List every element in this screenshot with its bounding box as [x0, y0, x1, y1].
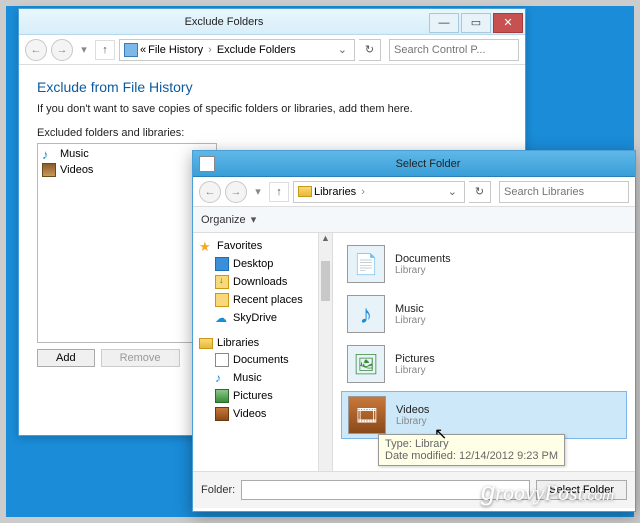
tooltip: Type: Library Date modified: 12/14/2012 … [378, 434, 565, 466]
skydrive-icon [215, 311, 229, 325]
star-icon: ★ [199, 239, 213, 253]
close-button[interactable]: ✕ [493, 13, 523, 33]
page-heading: Exclude from File History [37, 79, 507, 95]
minimize-button[interactable]: — [429, 13, 459, 33]
library-item-videos[interactable]: VideosLibrary [341, 391, 627, 439]
breadcrumb-part[interactable]: File History [148, 44, 203, 56]
desktop-icon [215, 257, 229, 271]
library-item-pictures[interactable]: PicturesLibrary [341, 341, 627, 387]
search-input[interactable] [389, 39, 519, 61]
page-description: If you don't want to save copies of spec… [37, 103, 507, 115]
navigation-tree: ★Favorites Desktop Downloads Recent plac… [193, 233, 333, 471]
list-item-label: Music [60, 148, 89, 160]
address-dropdown[interactable]: ⌄ [445, 185, 460, 198]
list-label: Excluded folders and libraries: [37, 127, 507, 139]
downloads-icon [215, 275, 229, 289]
tree-skydrive[interactable]: SkyDrive [193, 309, 332, 327]
address-dropdown[interactable]: ⌄ [335, 43, 350, 56]
libraries-icon [199, 338, 213, 349]
location-icon [124, 43, 138, 57]
window-title: Exclude Folders [19, 16, 429, 28]
tree-pictures[interactable]: Pictures [193, 387, 332, 405]
organize-menu[interactable]: Organize ▾ [201, 213, 256, 226]
tree-scrollbar[interactable]: ▲ [318, 233, 332, 471]
breadcrumb-sep: › [358, 186, 368, 198]
breadcrumb-sep: › [205, 44, 215, 56]
maximize-button[interactable]: ▭ [461, 13, 491, 33]
library-item-documents[interactable]: DocumentsLibrary [341, 241, 627, 287]
forward-button[interactable]: → [51, 39, 73, 61]
music-icon [42, 147, 56, 161]
dialog-icon [199, 156, 215, 172]
list-item[interactable]: Music [40, 146, 214, 162]
tree-recent[interactable]: Recent places [193, 291, 332, 309]
pictures-icon [347, 345, 385, 383]
back-button[interactable]: ← [199, 181, 221, 203]
list-item[interactable]: Videos [40, 162, 214, 178]
address-bar[interactable]: « File History › Exclude Folders ⌄ [119, 39, 355, 61]
documents-icon [215, 353, 229, 367]
documents-icon [347, 245, 385, 283]
breadcrumb-sep: « [140, 44, 146, 56]
library-item-music[interactable]: MusicLibrary [341, 291, 627, 337]
address-bar[interactable]: Libraries › ⌄ [293, 181, 465, 203]
tree-documents[interactable]: Documents [193, 351, 332, 369]
toolbar: ← → ▾ ↑ « File History › Exclude Folders… [19, 35, 525, 65]
search-input[interactable] [499, 181, 629, 203]
tree-music[interactable]: Music [193, 369, 332, 387]
dialog-titlebar: Select Folder [193, 151, 635, 177]
tree-downloads[interactable]: Downloads [193, 273, 332, 291]
organize-bar: Organize ▾ [193, 207, 635, 233]
back-button[interactable]: ← [25, 39, 47, 61]
add-button[interactable]: Add [37, 349, 95, 367]
tree-videos[interactable]: Videos [193, 405, 332, 423]
tree-favorites[interactable]: ★Favorites [193, 237, 332, 255]
remove-button: Remove [101, 349, 180, 367]
up-button[interactable]: ↑ [269, 182, 289, 202]
videos-icon [348, 396, 386, 434]
dialog-toolbar: ← → ▾ ↑ Libraries › ⌄ ↻ [193, 177, 635, 207]
watermark: ggroovyPostroovyPost.com [481, 476, 614, 507]
history-dropdown[interactable]: ▾ [251, 181, 265, 203]
folder-label: Folder: [201, 484, 235, 496]
pictures-icon [215, 389, 229, 403]
music-icon [347, 295, 385, 333]
excluded-list[interactable]: Music Videos [37, 143, 217, 343]
history-dropdown[interactable]: ▾ [77, 39, 91, 61]
music-icon [215, 371, 229, 385]
videos-icon [215, 407, 229, 421]
refresh-button[interactable]: ↻ [359, 39, 381, 61]
libraries-icon [298, 186, 312, 197]
tree-desktop[interactable]: Desktop [193, 255, 332, 273]
window-titlebar: Exclude Folders — ▭ ✕ [19, 9, 525, 35]
breadcrumb-part[interactable]: Libraries [314, 186, 356, 198]
dialog-title: Select Folder [221, 158, 635, 170]
up-button[interactable]: ↑ [95, 40, 115, 60]
breadcrumb-part[interactable]: Exclude Folders [217, 44, 296, 56]
refresh-button[interactable]: ↻ [469, 181, 491, 203]
recent-icon [215, 293, 229, 307]
tree-libraries[interactable]: Libraries [193, 335, 332, 351]
video-icon [42, 163, 56, 177]
list-item-label: Videos [60, 164, 93, 176]
forward-button[interactable]: → [225, 181, 247, 203]
